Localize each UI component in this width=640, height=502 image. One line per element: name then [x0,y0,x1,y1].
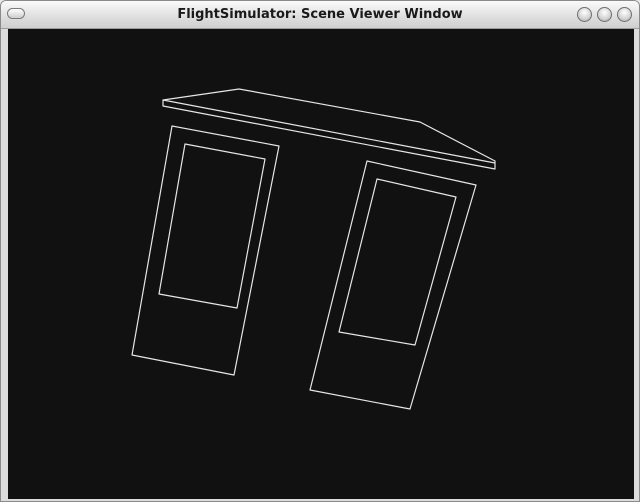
window-title: FlightSimulator: Scene Viewer Window [177,7,463,22]
scene-viewport[interactable] [8,29,634,499]
right-door-frame [309,160,477,410]
title-bar[interactable]: FlightSimulator: Scene Viewer Window [1,1,639,29]
roof-edge [162,99,496,164]
roof-canopy [162,88,496,170]
wireframe-scene [131,88,496,410]
maximize-icon[interactable] [597,7,612,22]
left-door-window [158,143,266,309]
minimize-icon[interactable] [577,7,592,22]
right-door-panel [309,160,477,410]
roof-outline [162,88,496,170]
scene-viewer-window: FlightSimulator: Scene Viewer Window [0,0,640,502]
left-door-panel [131,125,280,376]
close-icon[interactable] [617,7,632,22]
left-door-frame [131,125,280,376]
